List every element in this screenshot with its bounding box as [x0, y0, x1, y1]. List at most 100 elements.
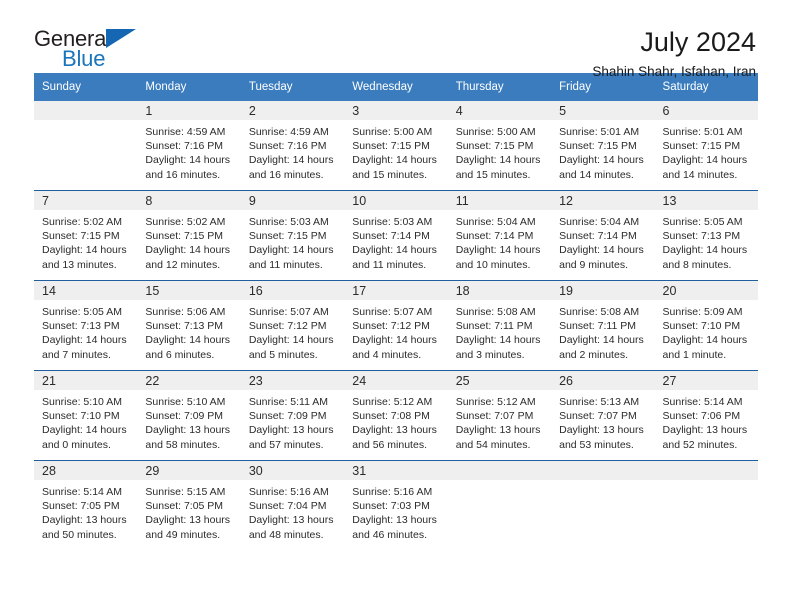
generalblue-logo[interactable]: General Blue — [34, 26, 156, 76]
day-cell[interactable]: 21 Sunrise: 5:10 AM Sunset: 7:10 PM Dayligh… — [34, 370, 138, 461]
day-cell[interactable]: 24 Sunrise: 5:12 AM Sunset: 7:08 PM Dayligh… — [344, 370, 448, 461]
day-cell[interactable]: 18 Sunrise: 5:08 AM Sunset: 7:11 PM Dayligh… — [447, 280, 552, 371]
day-cell[interactable]: 28 Sunrise: 5:14 AM Sunset: 7:05 PM Dayligh… — [34, 460, 138, 550]
sunset-text: Sunset: 7:07 PM — [559, 410, 637, 423]
daylight-text-line2: and 46 minutes. — [352, 528, 427, 541]
day-cell[interactable]: 17 Sunrise: 5:07 AM Sunset: 7:12 PM Dayligh… — [344, 280, 448, 371]
day-cell[interactable]: 11 Sunrise: 5:04 AM Sunset: 7:14 PM Dayligh… — [447, 190, 552, 281]
day-number: 27 — [654, 371, 758, 390]
day-cell[interactable]: 29 Sunrise: 5:15 AM Sunset: 7:05 PM Dayligh… — [137, 460, 241, 550]
day-details: Sunrise: 5:01 AM Sunset: 7:15 PM Daylight:… — [655, 120, 758, 182]
day-number: 29 — [137, 461, 241, 480]
day-cell[interactable]: 30 Sunrise: 5:16 AM Sunset: 7:04 PM Dayligh… — [240, 460, 345, 550]
day-cell[interactable]: 4 Sunrise: 5:00 AM Sunset: 7:15 PM Daylight… — [447, 101, 552, 191]
daylight-text-line1: Daylight: 14 hours — [455, 154, 541, 167]
day-number: 15 — [137, 281, 241, 300]
day-number: 16 — [240, 281, 345, 300]
sunset-text: Sunset: 7:15 PM — [662, 140, 741, 153]
sunrise-text: Sunrise: 5:10 AM — [42, 396, 122, 408]
page-title: July 2024 — [640, 27, 756, 57]
daylight-text-line1: Daylight: 14 hours — [145, 244, 231, 257]
day-details: Sunrise: 5:10 AM Sunset: 7:09 PM Daylight:… — [137, 390, 240, 452]
day-details: Sunrise: 5:04 AM Sunset: 7:14 PM Daylight:… — [551, 210, 654, 272]
day-number: 1 — [137, 101, 241, 120]
day-cell[interactable]: 9 Sunrise: 5:03 AM Sunset: 7:15 PM Daylight… — [240, 190, 345, 281]
title-block: July 2024 Shahin Shahr, Isfahan, Iran — [156, 26, 758, 82]
sunset-text: Sunset: 7:13 PM — [662, 230, 741, 243]
day-number: 26 — [551, 371, 655, 390]
sunrise-text: Sunrise: 5:04 AM — [559, 216, 640, 228]
day-number: 7 — [34, 191, 138, 210]
day-details: Sunrise: 5:00 AM Sunset: 7:15 PM Daylight:… — [344, 120, 447, 182]
sunrise-text: Sunrise: 5:02 AM — [145, 216, 226, 228]
day-cell[interactable]: 20 Sunrise: 5:09 AM Sunset: 7:10 PM Dayligh… — [654, 280, 758, 371]
sunrise-text: Sunrise: 5:04 AM — [455, 216, 536, 228]
daylight-text-line2: and 48 minutes. — [248, 528, 324, 541]
day-cell[interactable]: 23 Sunrise: 5:11 AM Sunset: 7:09 PM Dayligh… — [240, 370, 345, 461]
day-cell[interactable]: 1 Sunrise: 4:59 AM Sunset: 7:16 PM Daylight… — [137, 101, 241, 191]
day-cell[interactable]: 6 Sunrise: 5:01 AM Sunset: 7:15 PM Daylight… — [654, 101, 758, 191]
day-cell[interactable]: 26 Sunrise: 5:13 AM Sunset: 7:07 PM Dayligh… — [551, 370, 655, 461]
sunrise-text: Sunrise: 5:10 AM — [145, 396, 226, 408]
day-cell[interactable]: 12 Sunrise: 5:04 AM Sunset: 7:14 PM Dayligh… — [551, 190, 655, 281]
sunset-text: Sunset: 7:09 PM — [248, 410, 327, 423]
day-cell[interactable] — [654, 460, 758, 550]
daylight-text-line1: Daylight: 14 hours — [559, 334, 644, 347]
sunset-text: Sunset: 7:13 PM — [145, 320, 224, 333]
week-row: 21 Sunrise: 5:10 AM Sunset: 7:10 PM Dayligh… — [34, 370, 758, 461]
sunset-text: Sunset: 7:13 PM — [42, 320, 120, 333]
day-number: 21 — [34, 371, 138, 390]
day-cell[interactable] — [447, 460, 552, 550]
day-cell[interactable]: 16 Sunrise: 5:07 AM Sunset: 7:12 PM Dayligh… — [240, 280, 345, 371]
day-details: Sunrise: 5:10 AM Sunset: 7:10 PM Daylight:… — [34, 390, 137, 452]
day-details: Sunrise: 5:00 AM Sunset: 7:15 PM Daylight:… — [448, 120, 551, 182]
day-cell[interactable]: 10 Sunrise: 5:03 AM Sunset: 7:14 PM Dayligh… — [344, 190, 448, 281]
daylight-text-line1: Daylight: 14 hours — [662, 334, 748, 347]
day-details — [448, 480, 551, 485]
day-cell[interactable]: 31 Sunrise: 5:16 AM Sunset: 7:03 PM Dayligh… — [344, 460, 448, 550]
day-cell[interactable]: 5 Sunrise: 5:01 AM Sunset: 7:15 PM Daylight… — [551, 101, 655, 191]
week-row: 14 Sunrise: 5:05 AM Sunset: 7:13 PM Dayligh… — [34, 280, 758, 371]
day-cell[interactable]: 3 Sunrise: 5:00 AM Sunset: 7:15 PM Daylight… — [344, 101, 448, 191]
day-cell[interactable]: 14 Sunrise: 5:05 AM Sunset: 7:13 PM Dayligh… — [34, 280, 138, 371]
day-cell[interactable] — [34, 101, 138, 191]
day-cell[interactable] — [551, 460, 655, 550]
day-number: 10 — [344, 191, 448, 210]
daylight-text-line2: and 9 minutes. — [559, 258, 628, 271]
sunset-text: Sunset: 7:09 PM — [145, 410, 224, 423]
daylight-text-line2: and 56 minutes. — [352, 438, 427, 451]
day-details: Sunrise: 5:05 AM Sunset: 7:13 PM Daylight:… — [655, 210, 758, 272]
daylight-text-line1: Daylight: 14 hours — [248, 244, 334, 257]
day-details: Sunrise: 5:12 AM Sunset: 7:07 PM Daylight:… — [448, 390, 551, 452]
day-number: 20 — [654, 281, 758, 300]
daylight-text-line1: Daylight: 13 hours — [352, 514, 437, 527]
sunset-text: Sunset: 7:15 PM — [248, 230, 327, 243]
sunset-text: Sunset: 7:05 PM — [145, 500, 224, 513]
logo-triangle-icon — [106, 29, 136, 48]
sunrise-text: Sunrise: 5:13 AM — [559, 396, 640, 408]
day-cell[interactable]: 27 Sunrise: 5:14 AM Sunset: 7:06 PM Dayligh… — [654, 370, 758, 461]
daylight-text-line1: Daylight: 14 hours — [662, 154, 748, 167]
day-cell[interactable]: 15 Sunrise: 5:06 AM Sunset: 7:13 PM Dayligh… — [137, 280, 241, 371]
daylight-text-line2: and 57 minutes. — [248, 438, 324, 451]
day-cell[interactable]: 13 Sunrise: 5:05 AM Sunset: 7:13 PM Dayligh… — [654, 190, 758, 281]
sunrise-text: Sunrise: 5:00 AM — [455, 126, 536, 138]
day-details: Sunrise: 5:02 AM Sunset: 7:15 PM Daylight:… — [34, 210, 137, 272]
day-details: Sunrise: 5:14 AM Sunset: 7:06 PM Daylight:… — [655, 390, 758, 452]
day-cell[interactable]: 2 Sunrise: 4:59 AM Sunset: 7:16 PM Daylight… — [240, 101, 345, 191]
day-cell[interactable]: 19 Sunrise: 5:08 AM Sunset: 7:11 PM Dayligh… — [551, 280, 655, 371]
day-details: Sunrise: 5:07 AM Sunset: 7:12 PM Daylight:… — [241, 300, 344, 362]
daylight-text-line2: and 13 minutes. — [42, 258, 117, 271]
daylight-text-line2: and 7 minutes. — [42, 348, 111, 361]
day-number — [551, 461, 655, 480]
sunset-text: Sunset: 7:12 PM — [248, 320, 327, 333]
day-details: Sunrise: 5:11 AM Sunset: 7:09 PM Daylight:… — [241, 390, 344, 452]
day-cell[interactable]: 8 Sunrise: 5:02 AM Sunset: 7:15 PM Daylight… — [137, 190, 241, 281]
day-details — [551, 480, 654, 485]
sunrise-text: Sunrise: 5:03 AM — [248, 216, 329, 228]
day-cell[interactable]: 22 Sunrise: 5:10 AM Sunset: 7:09 PM Dayligh… — [137, 370, 241, 461]
day-cell[interactable]: 7 Sunrise: 5:02 AM Sunset: 7:15 PM Daylight… — [34, 190, 138, 281]
day-cell[interactable]: 25 Sunrise: 5:12 AM Sunset: 7:07 PM Dayligh… — [447, 370, 552, 461]
daylight-text-line2: and 5 minutes. — [248, 348, 318, 361]
sunrise-text: Sunrise: 5:03 AM — [352, 216, 433, 228]
